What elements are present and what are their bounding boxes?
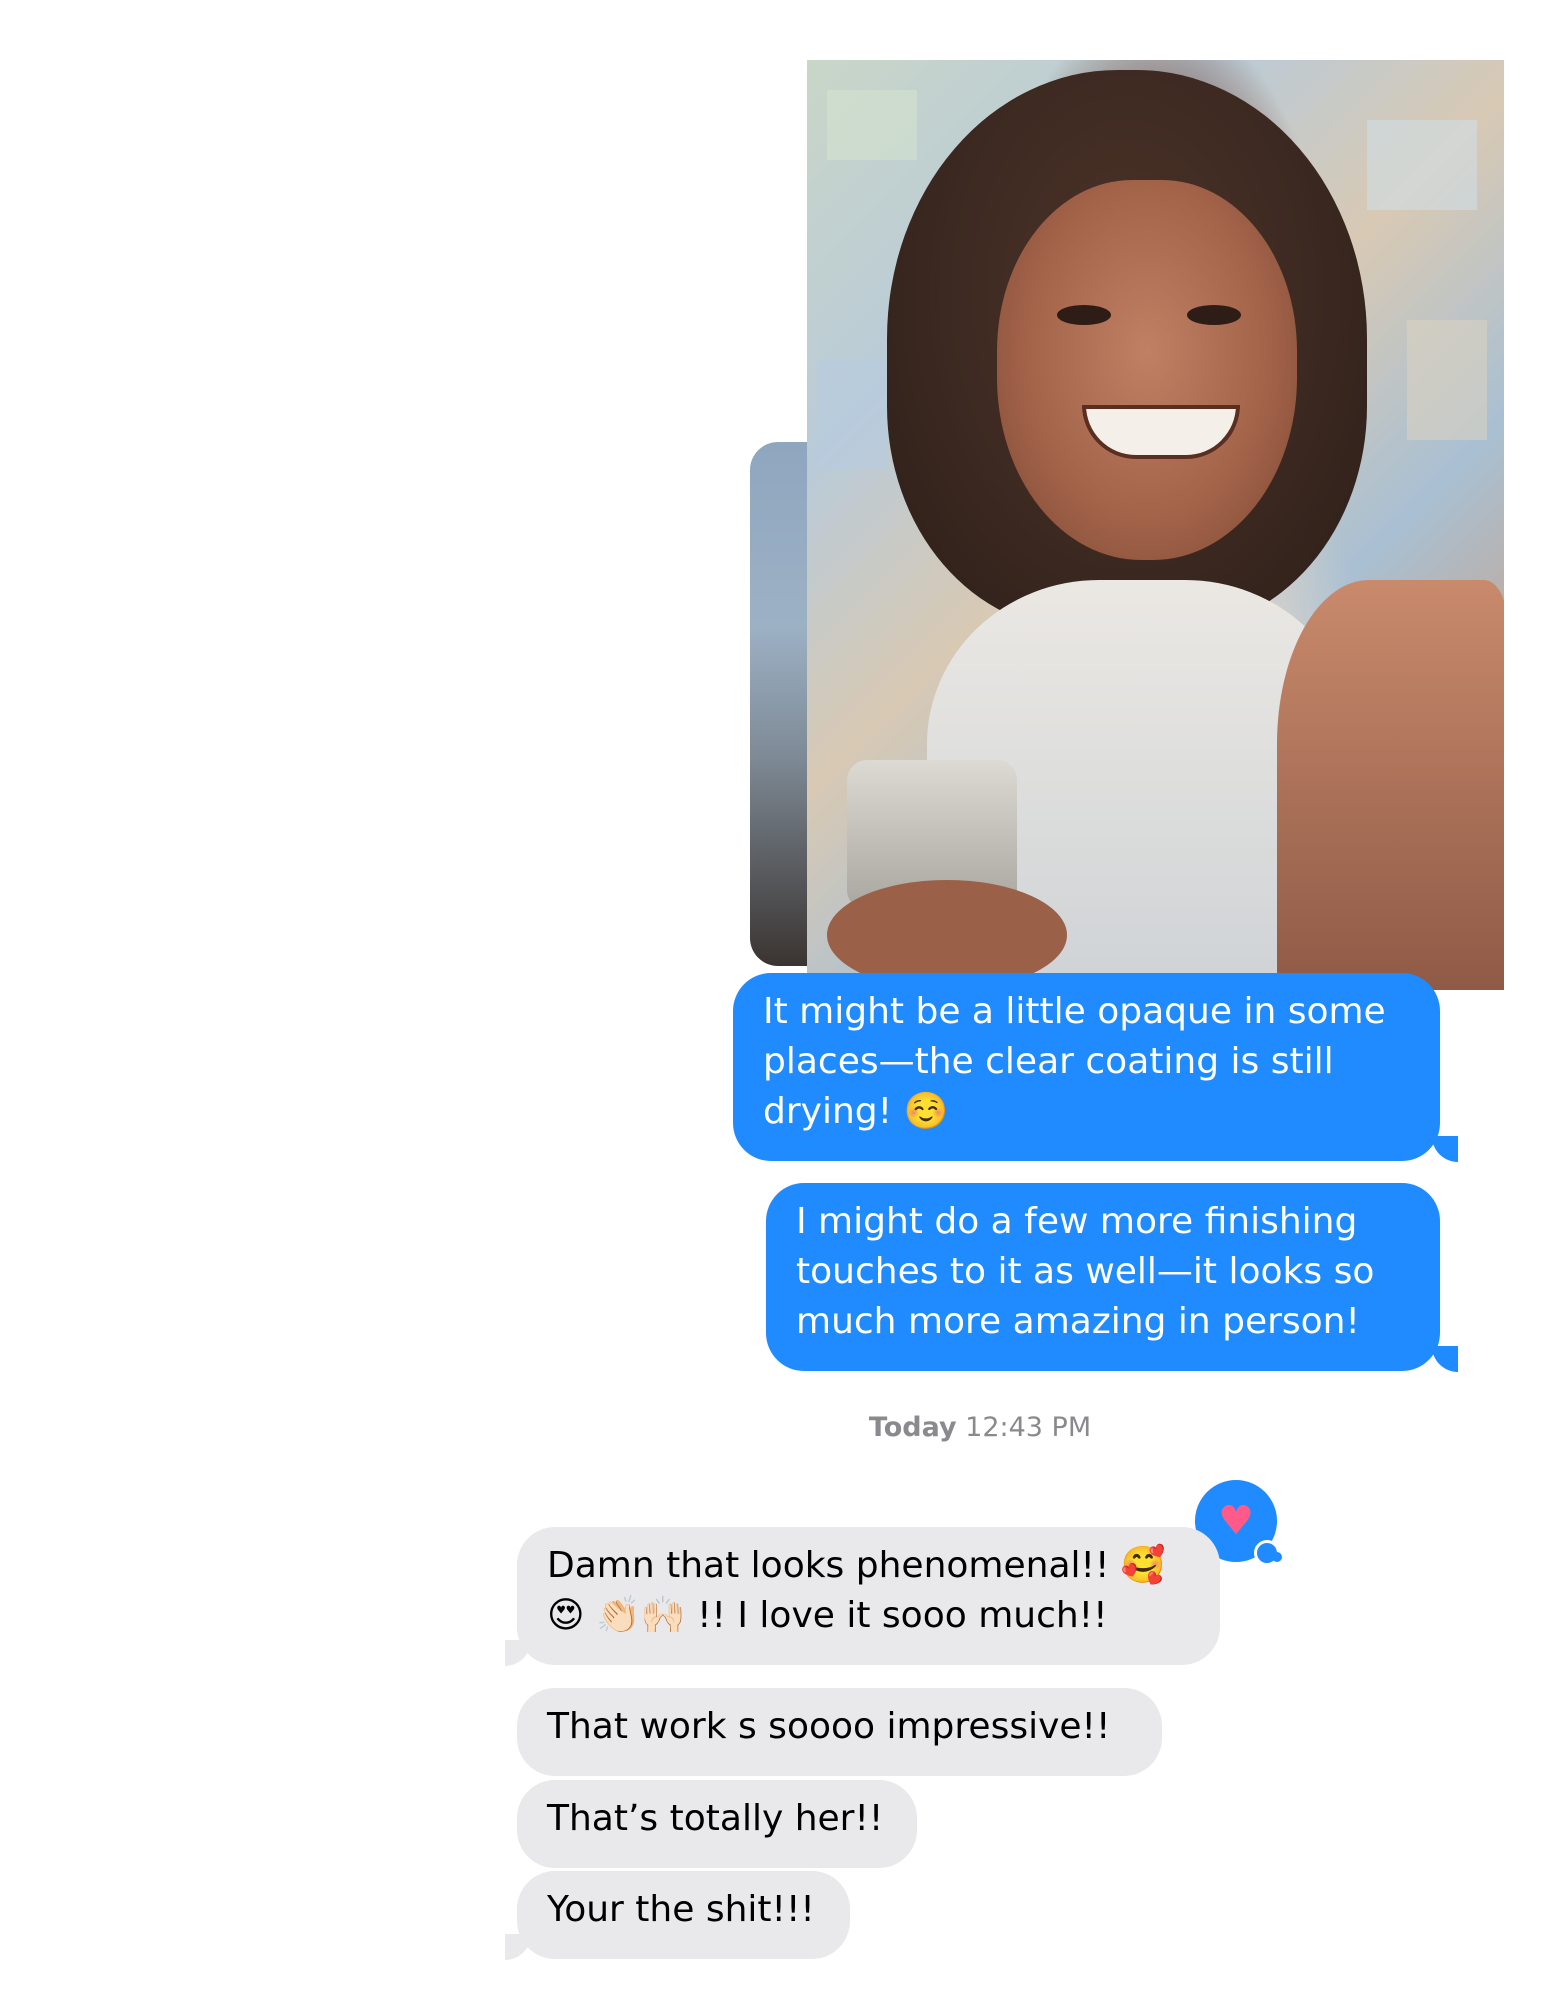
message-text: That work s soooo impressive!! (547, 1706, 1111, 1747)
message-text: That’s totally her!! (547, 1798, 884, 1839)
incoming-message-1[interactable]: Damn that looks phenomenal!! 🥰 😍 👏🏻🙌🏻 !!… (517, 1527, 1220, 1665)
message-text: I might do a few more finishing touches … (796, 1201, 1375, 1342)
portrait-arm (1277, 580, 1504, 990)
message-text: It might be a little opaque in some plac… (763, 991, 1386, 1132)
message-text: Your the shit!!! (547, 1889, 815, 1930)
message-timestamp: Today 12:43 PM (0, 1412, 1546, 1443)
message-line-2: 😍 👏🏻🙌🏻 !! I love it sooo much!! (547, 1595, 1108, 1636)
incoming-message-2[interactable]: That work s soooo impressive!! (517, 1688, 1162, 1776)
bubble-tail (505, 1934, 531, 1960)
portrait-face (997, 180, 1297, 560)
bubble-tail (1432, 1136, 1458, 1162)
incoming-message-3[interactable]: That’s totally her!! (517, 1780, 917, 1868)
outgoing-message-2[interactable]: I might do a few more finishing touches … (766, 1183, 1440, 1371)
bubble-tail (1432, 1346, 1458, 1372)
timestamp-time: 12:43 PM (965, 1412, 1092, 1443)
heart-icon: ♥ (1218, 1498, 1254, 1544)
reaction-tail-dot-small (1272, 1552, 1282, 1562)
bubble-tail (505, 1640, 531, 1666)
portrait-eye-right (1187, 305, 1241, 325)
photo-attachment[interactable] (807, 60, 1504, 990)
incoming-message-4[interactable]: Your the shit!!! (517, 1871, 850, 1959)
portrait-eye-left (1057, 305, 1111, 325)
outgoing-message-1[interactable]: It might be a little opaque in some plac… (733, 973, 1440, 1161)
timestamp-day: Today (868, 1412, 957, 1443)
message-line-1: Damn that looks phenomenal!! 🥰 (547, 1545, 1166, 1586)
